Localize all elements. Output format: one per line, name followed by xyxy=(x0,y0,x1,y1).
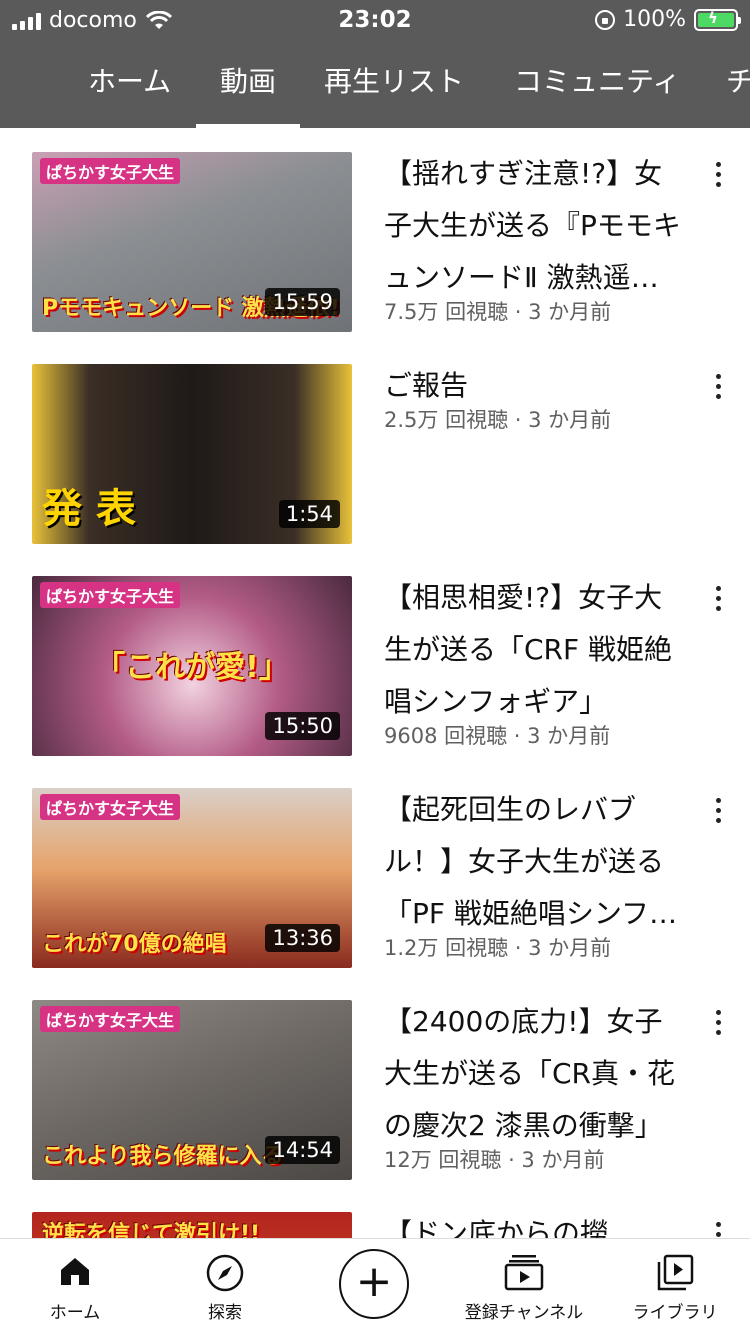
video-list: ぱちかす女子大生 Pモモキュンソード 激熱遥依!!! 15:59 【揺れすぎ注意… xyxy=(0,128,750,1238)
video-duration: 14:54 xyxy=(265,1136,340,1164)
tab-channels[interactable]: チ xyxy=(726,40,750,128)
video-title[interactable]: 【2400の底力!】女子大生が送る「CR真・花の慶次2 漆黒の衝撃」 xyxy=(384,996,684,1152)
video-duration: 15:50 xyxy=(265,712,340,740)
nav-library-label: ライブラリ xyxy=(632,1303,718,1323)
video-thumbnail[interactable]: ぱちかす女子大生 これが70億の絶唱 13:36 xyxy=(32,788,352,968)
more-options-icon[interactable] xyxy=(706,366,730,406)
video-thumbnail[interactable]: 逆転を信じて激引け!! xyxy=(32,1212,352,1238)
add-icon[interactable]: + xyxy=(339,1249,409,1319)
thumbnail-tag: ぱちかす女子大生 xyxy=(40,1006,181,1032)
battery-icon: ϟ xyxy=(694,8,741,31)
subscriptions-icon xyxy=(504,1255,544,1291)
thumbnail-tag: ぱちかす女子大生 xyxy=(40,158,181,184)
more-options-icon[interactable] xyxy=(706,1002,730,1042)
thumbnail-caption: 「これが愛!」 xyxy=(95,650,289,685)
video-thumbnail[interactable]: ぱちかす女子大生 「これが愛!」 15:50 xyxy=(32,576,352,756)
video-duration: 1:54 xyxy=(278,500,340,528)
video-item[interactable]: ぱちかす女子大生 これが70億の絶唱 13:36 【起死回生のレバブル！】女子大… xyxy=(0,764,750,976)
nav-home-label: ホーム xyxy=(49,1303,101,1323)
video-meta: 9608 回視聴 · 3 か月前 xyxy=(384,724,611,748)
video-item[interactable]: 発 表 1:54 ご報告 2.5万 回視聴 · 3 か月前 xyxy=(0,340,750,552)
nav-subscriptions[interactable]: 登録チャンネル xyxy=(456,1239,592,1335)
more-options-icon[interactable] xyxy=(706,1214,730,1238)
video-item[interactable]: ぱちかす女子大生 Pモモキュンソード 激熱遥依!!! 15:59 【揺れすぎ注意… xyxy=(0,128,750,340)
tab-community[interactable]: コミュニティ xyxy=(514,40,680,128)
nav-subscriptions-label: 登録チャンネル xyxy=(464,1303,584,1323)
nav-explore-label: 探索 xyxy=(208,1303,242,1323)
video-duration: 13:36 xyxy=(265,924,340,952)
library-icon xyxy=(657,1254,694,1291)
tab-playlists[interactable]: 再生リスト xyxy=(324,40,464,128)
video-thumbnail[interactable]: 発 表 1:54 xyxy=(32,364,352,544)
video-item[interactable]: ぱちかす女子大生 「これが愛!」 15:50 【相思相愛!?】女子大生が送る「C… xyxy=(0,552,750,764)
tab-videos[interactable]: 動画 xyxy=(196,40,300,128)
compass-icon xyxy=(206,1254,244,1292)
video-thumbnail[interactable]: ぱちかす女子大生 Pモモキュンソード 激熱遥依!!! 15:59 xyxy=(32,152,352,332)
more-options-icon[interactable] xyxy=(706,154,730,194)
nav-explore[interactable]: 探索 xyxy=(180,1239,270,1335)
thumbnail-tag: ぱちかす女子大生 xyxy=(40,794,181,820)
more-options-icon[interactable] xyxy=(706,790,730,830)
thumbnail-caption: 逆転を信じて激引け!! xyxy=(42,1222,261,1238)
video-item[interactable]: ぱちかす女子大生 これより我ら修羅に入る 14:54 【2400の底力!】女子大… xyxy=(0,976,750,1188)
rotation-lock-icon xyxy=(595,9,616,30)
nav-library[interactable]: ライブラリ xyxy=(622,1239,728,1335)
status-bar: docomo 23:02 100% ϟ xyxy=(0,0,750,40)
nav-home[interactable]: ホーム xyxy=(30,1239,120,1335)
video-duration: 15:59 xyxy=(265,288,340,316)
channel-tabs: ホーム 動画 再生リスト コミュニティ チ xyxy=(0,40,750,128)
video-item[interactable]: 逆転を信じて激引け!! 【ドン底からの撈 xyxy=(0,1188,750,1238)
video-title[interactable]: 【相思相愛!?】女子大生が送る「CRF 戦姫絶唱シンフォギア」 xyxy=(384,572,684,728)
video-title[interactable]: 【起死回生のレバブル！】女子大生が送る「PF 戦姫絶唱シンフォギア」 xyxy=(384,784,684,940)
thumbnail-tag: ぱちかす女子大生 xyxy=(40,582,181,608)
video-title[interactable]: 【揺れすぎ注意!?】女子大生が送る『PモモキュンソードⅡ 激熱遥依!!!』 xyxy=(384,148,684,304)
battery-percent: 100% xyxy=(623,7,686,32)
bottom-navigation: ホーム 探索 + 登録チャンネル ライブラリ xyxy=(0,1238,750,1335)
video-meta: 2.5万 回視聴 · 3 か月前 xyxy=(384,408,612,432)
video-thumbnail[interactable]: ぱちかす女子大生 これより我ら修羅に入る 14:54 xyxy=(32,1000,352,1180)
more-options-icon[interactable] xyxy=(706,578,730,618)
tab-home[interactable]: ホーム xyxy=(88,40,171,128)
video-title[interactable]: 【ドン底からの撈 xyxy=(384,1208,684,1238)
home-icon xyxy=(61,1258,89,1285)
